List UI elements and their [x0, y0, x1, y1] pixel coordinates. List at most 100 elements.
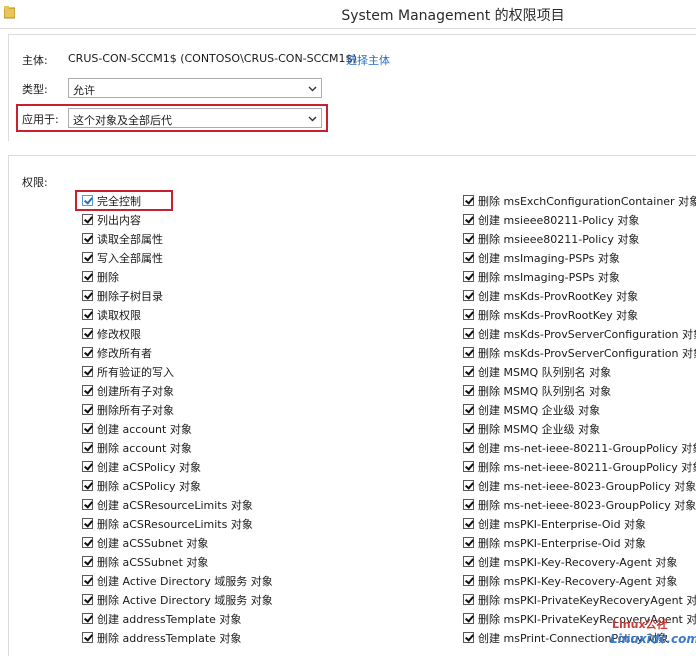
permission-checkbox[interactable]: [463, 366, 474, 377]
permission-label: 创建 msImaging-PSPs 对象: [478, 251, 620, 265]
permission-checkbox[interactable]: [463, 613, 474, 624]
permission-row[interactable]: 创建 MSMQ 队列别名 对象: [463, 362, 611, 381]
permission-checkbox[interactable]: [82, 214, 93, 225]
permission-checkbox[interactable]: [82, 556, 93, 567]
permission-checkbox[interactable]: [463, 347, 474, 358]
permission-row[interactable]: 创建 msPKI-Key-Recovery-Agent 对象: [463, 552, 677, 571]
permission-row[interactable]: 删除 aCSSubnet 对象: [82, 552, 208, 571]
permission-row[interactable]: 删除 msPKI-PrivateKeyRecoveryAgent 对象: [463, 590, 696, 609]
permission-checkbox[interactable]: [463, 423, 474, 434]
permission-row[interactable]: 创建 msKds-ProvServerConfiguration 对象: [463, 324, 696, 343]
permission-row[interactable]: 创建 msKds-ProvRootKey 对象: [463, 286, 638, 305]
permission-checkbox[interactable]: [82, 347, 93, 358]
permission-row[interactable]: 创建 Active Directory 域服务 对象: [82, 571, 273, 590]
permission-row[interactable]: 修改权限: [82, 324, 141, 343]
permission-checkbox[interactable]: [82, 309, 93, 320]
permission-checkbox[interactable]: [82, 518, 93, 529]
permission-row[interactable]: 删除 msExchConfigurationContainer 对象: [463, 191, 696, 210]
permission-checkbox[interactable]: [463, 499, 474, 510]
permission-row[interactable]: 创建 aCSSubnet 对象: [82, 533, 208, 552]
permission-row[interactable]: 删除 MSMQ 企业级 对象: [463, 419, 600, 438]
permission-row[interactable]: 写入全部属性: [82, 248, 163, 267]
permission-checkbox[interactable]: [82, 423, 93, 434]
permission-checkbox[interactable]: [82, 461, 93, 472]
permission-label: 创建 account 对象: [97, 422, 192, 436]
permission-checkbox[interactable]: [463, 290, 474, 301]
permission-row[interactable]: 创建 msImaging-PSPs 对象: [463, 248, 620, 267]
select-principal-link[interactable]: 选择主体: [346, 52, 390, 68]
permission-row[interactable]: 删除 MSMQ 队列别名 对象: [463, 381, 611, 400]
permission-checkbox[interactable]: [463, 214, 474, 225]
permission-checkbox[interactable]: [463, 594, 474, 605]
permission-row[interactable]: 创建 msPKI-Enterprise-Oid 对象: [463, 514, 646, 533]
permission-row[interactable]: 读取权限: [82, 305, 141, 324]
permission-row[interactable]: 删除 Active Directory 域服务 对象: [82, 590, 273, 609]
permission-row[interactable]: 创建 aCSPolicy 对象: [82, 457, 201, 476]
permission-checkbox[interactable]: [82, 233, 93, 244]
permission-checkbox[interactable]: [463, 442, 474, 453]
permission-row[interactable]: 创建 account 对象: [82, 419, 192, 438]
permission-checkbox[interactable]: [82, 442, 93, 453]
permission-row[interactable]: 所有验证的写入: [82, 362, 174, 381]
permission-row[interactable]: 删除 account 对象: [82, 438, 192, 457]
permission-checkbox[interactable]: [82, 575, 93, 586]
permission-checkbox[interactable]: [82, 537, 93, 548]
permission-row[interactable]: 删除 msKds-ProvServerConfiguration 对象: [463, 343, 696, 362]
permission-row[interactable]: 删除 aCSResourceLimits 对象: [82, 514, 253, 533]
permission-checkbox[interactable]: [82, 499, 93, 510]
permission-checkbox[interactable]: [463, 518, 474, 529]
permission-checkbox[interactable]: [463, 233, 474, 244]
permission-row[interactable]: 删除 msImaging-PSPs 对象: [463, 267, 620, 286]
permission-row[interactable]: 删除: [82, 267, 119, 286]
permission-row[interactable]: 创建 addressTemplate 对象: [82, 609, 241, 628]
permission-label: 所有验证的写入: [97, 365, 174, 379]
permission-checkbox[interactable]: [463, 309, 474, 320]
permission-checkbox[interactable]: [463, 271, 474, 282]
permission-row[interactable]: 删除 ms-net-ieee-80211-GroupPolicy 对象: [463, 457, 696, 476]
permission-checkbox[interactable]: [82, 632, 93, 643]
permission-checkbox[interactable]: [82, 252, 93, 263]
permission-row[interactable]: 创建 msieee80211-Policy 对象: [463, 210, 639, 229]
applies-to-dropdown[interactable]: 这个对象及全部后代: [68, 108, 322, 128]
permission-row[interactable]: 删除子树目录: [82, 286, 163, 305]
permission-row[interactable]: 删除 msPKI-Enterprise-Oid 对象: [463, 533, 646, 552]
permission-row[interactable]: 修改所有者: [82, 343, 152, 362]
permission-row[interactable]: 删除所有子对象: [82, 400, 174, 419]
permission-checkbox[interactable]: [82, 366, 93, 377]
permission-row[interactable]: 删除 msKds-ProvRootKey 对象: [463, 305, 638, 324]
permission-row[interactable]: 删除 msPKI-Key-Recovery-Agent 对象: [463, 571, 677, 590]
permission-row[interactable]: 创建所有子对象: [82, 381, 174, 400]
permission-checkbox[interactable]: [463, 556, 474, 567]
permission-checkbox[interactable]: [463, 461, 474, 472]
permission-checkbox[interactable]: [82, 594, 93, 605]
permission-checkbox[interactable]: [463, 385, 474, 396]
permission-checkbox[interactable]: [82, 328, 93, 339]
permission-row[interactable]: 创建 aCSResourceLimits 对象: [82, 495, 253, 514]
permission-checkbox[interactable]: [82, 385, 93, 396]
permission-row[interactable]: 删除 aCSPolicy 对象: [82, 476, 201, 495]
permission-checkbox[interactable]: [82, 290, 93, 301]
permission-checkbox[interactable]: [463, 480, 474, 491]
permission-row[interactable]: 删除 msieee80211-Policy 对象: [463, 229, 639, 248]
permission-row[interactable]: 删除 ms-net-ieee-8023-GroupPolicy 对象: [463, 495, 696, 514]
permission-row[interactable]: 创建 ms-net-ieee-8023-GroupPolicy 对象: [463, 476, 696, 495]
permission-checkbox[interactable]: [463, 328, 474, 339]
permission-checkbox[interactable]: [463, 195, 474, 206]
permission-checkbox[interactable]: [463, 252, 474, 263]
permission-checkbox[interactable]: [82, 195, 93, 206]
permission-checkbox[interactable]: [82, 613, 93, 624]
permission-checkbox[interactable]: [463, 537, 474, 548]
permission-row[interactable]: 创建 ms-net-ieee-80211-GroupPolicy 对象: [463, 438, 696, 457]
permission-row[interactable]: 删除 addressTemplate 对象: [82, 628, 241, 647]
permission-checkbox[interactable]: [82, 271, 93, 282]
permission-row[interactable]: 创建 MSMQ 企业级 对象: [463, 400, 600, 419]
permission-row[interactable]: 列出内容: [82, 210, 141, 229]
permission-checkbox[interactable]: [463, 404, 474, 415]
permission-checkbox[interactable]: [82, 480, 93, 491]
permission-row[interactable]: 完全控制: [82, 191, 141, 210]
permission-checkbox[interactable]: [463, 575, 474, 586]
permission-checkbox[interactable]: [463, 632, 474, 643]
type-dropdown[interactable]: 允许: [68, 78, 322, 98]
permission-row[interactable]: 读取全部属性: [82, 229, 163, 248]
permission-checkbox[interactable]: [82, 404, 93, 415]
